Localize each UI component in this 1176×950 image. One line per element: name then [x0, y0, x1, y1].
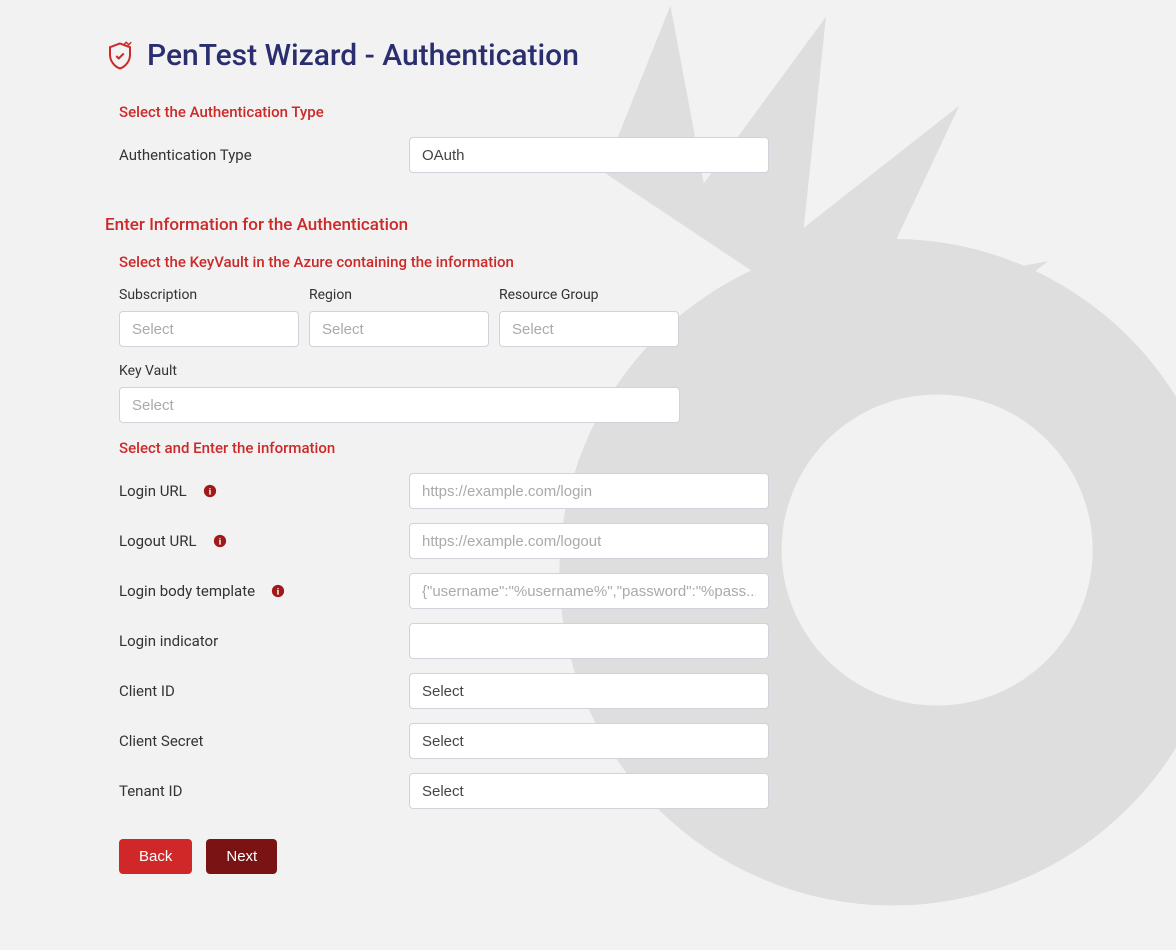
subscription-label: Subscription: [119, 287, 299, 303]
login-body-input[interactable]: [409, 573, 769, 609]
keyvault-label: Key Vault: [119, 363, 680, 379]
svg-text:i: i: [277, 587, 280, 598]
region-label: Region: [309, 287, 489, 303]
next-button[interactable]: Next: [206, 839, 277, 874]
keyvault-section-label: Select the KeyVault in the Azure contain…: [119, 253, 1071, 271]
svg-text:i: i: [208, 487, 211, 498]
keyvault-select[interactable]: Select: [119, 387, 680, 423]
login-body-label: Login body template i: [119, 582, 409, 600]
login-url-input[interactable]: [409, 473, 769, 509]
enter-info-label: Select and Enter the information: [119, 439, 1071, 457]
subscription-select[interactable]: Select: [119, 311, 299, 347]
page-header: PenTest Wizard - Authentication: [105, 38, 1071, 73]
client-id-label: Client ID: [119, 682, 409, 700]
back-button[interactable]: Back: [119, 839, 192, 874]
svg-text:i: i: [218, 537, 221, 548]
tenant-id-label: Tenant ID: [119, 782, 409, 800]
login-indicator-label: Login indicator: [119, 632, 409, 650]
page-title: PenTest Wizard - Authentication: [147, 38, 579, 73]
tenant-id-select[interactable]: Select: [409, 773, 769, 809]
login-indicator-input[interactable]: [409, 623, 769, 659]
logout-url-label: Logout URL i: [119, 532, 409, 550]
auth-type-label: Authentication Type: [119, 146, 409, 164]
client-id-select[interactable]: Select: [409, 673, 769, 709]
auth-type-input[interactable]: [409, 137, 769, 173]
region-select[interactable]: Select: [309, 311, 489, 347]
client-secret-label: Client Secret: [119, 732, 409, 750]
resource-group-select[interactable]: Select: [499, 311, 679, 347]
info-icon[interactable]: i: [203, 484, 217, 498]
auth-type-section-label: Select the Authentication Type: [119, 103, 1071, 121]
login-url-label: Login URL i: [119, 482, 409, 500]
client-secret-select[interactable]: Select: [409, 723, 769, 759]
resource-group-label: Resource Group: [499, 287, 679, 303]
info-icon[interactable]: i: [271, 584, 285, 598]
auth-info-heading: Enter Information for the Authentication: [105, 215, 1071, 235]
info-icon[interactable]: i: [213, 534, 227, 548]
logout-url-input[interactable]: [409, 523, 769, 559]
shield-icon: [105, 41, 135, 71]
